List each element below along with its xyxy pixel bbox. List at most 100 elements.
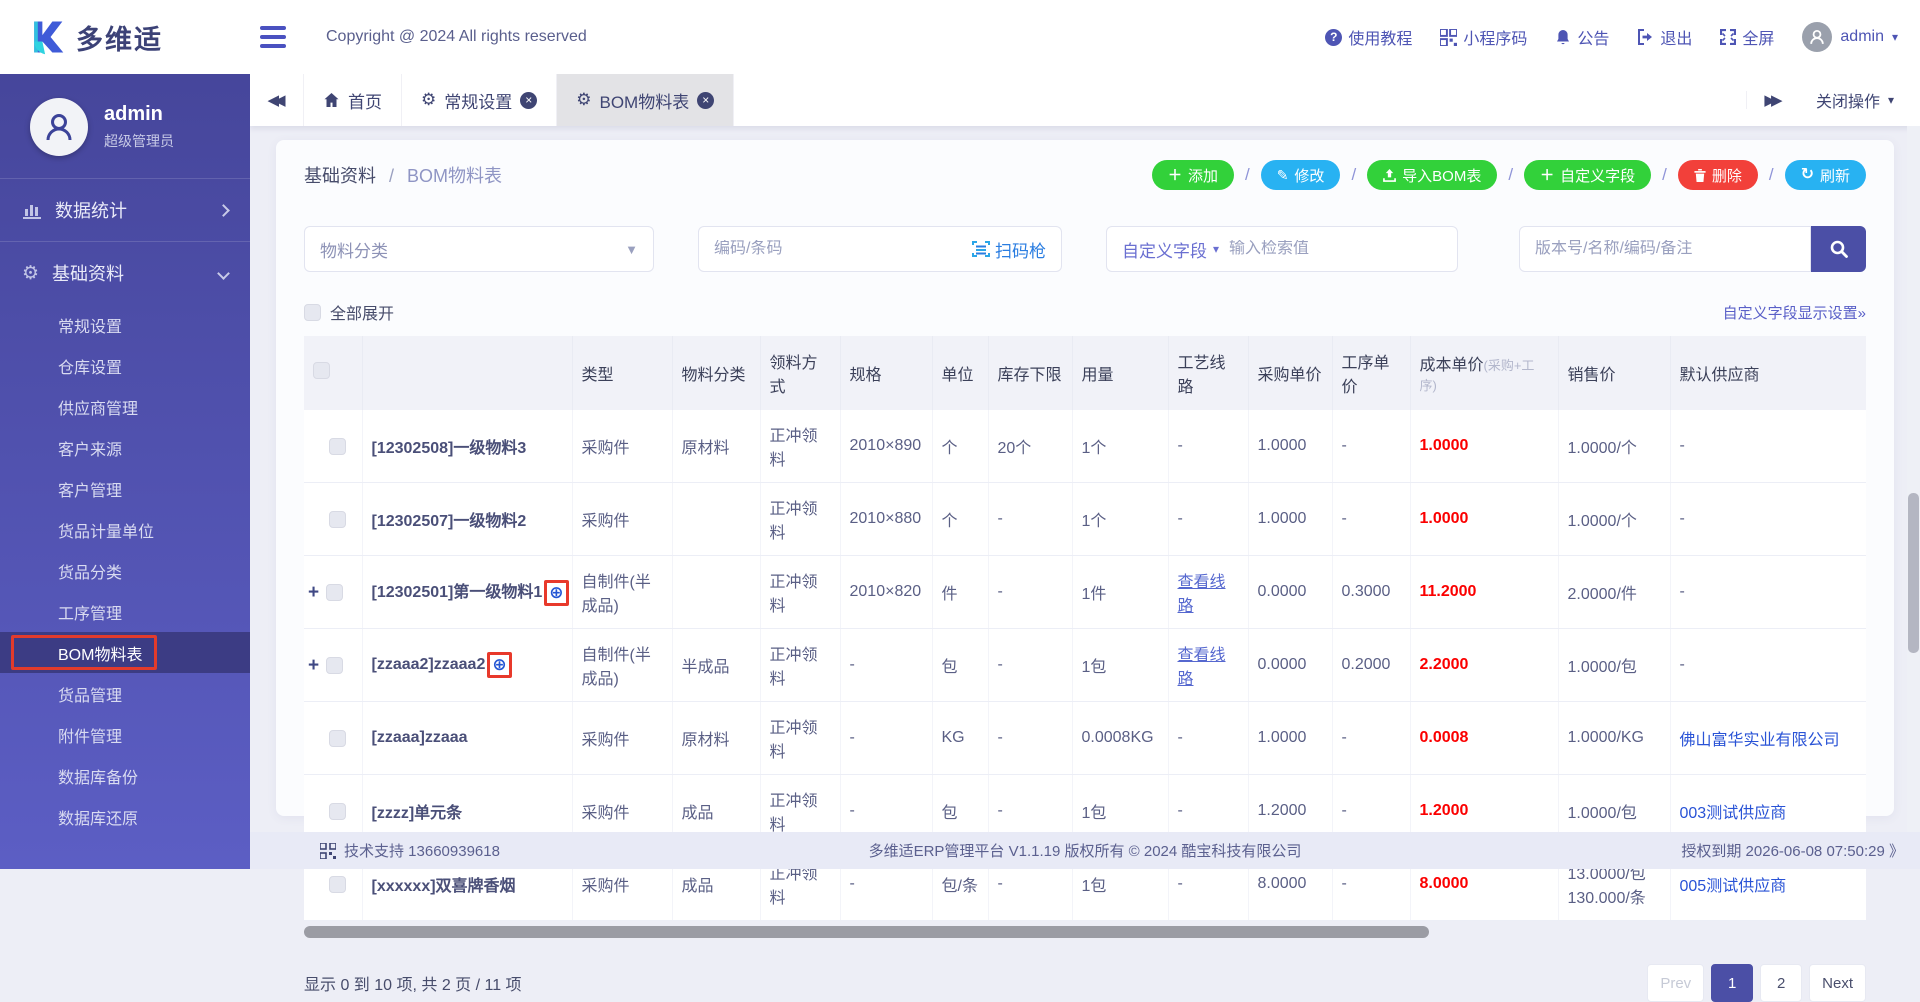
sidebar-item-仓库设置[interactable]: 仓库设置	[0, 345, 250, 386]
sidebar-item-工序管理[interactable]: 工序管理	[0, 591, 250, 632]
cell-sale-price: 1.0000/个	[1558, 410, 1670, 483]
keyword-search-input[interactable]	[1535, 240, 1795, 258]
material-name: [zzaaa2]zzaaa2	[372, 656, 486, 673]
material-category-select[interactable]: 物料分类 ▼	[304, 226, 654, 272]
pagination-prev-button[interactable]: Prev	[1647, 964, 1704, 1002]
cell-name: [12302508]一级物料3	[362, 410, 572, 483]
cell-sale-price: 1.0000/KG	[1558, 702, 1670, 775]
topbar-link-fullscreen[interactable]: 全屏	[1720, 25, 1774, 49]
sidebar-item-数据库还原[interactable]: 数据库还原	[0, 796, 250, 837]
sidebar-item-常规设置[interactable]: 常规设置	[0, 304, 250, 345]
添加-button[interactable]: ＋添加	[1152, 160, 1234, 190]
row-checkbox[interactable]	[329, 803, 346, 820]
cell-process-price: -	[1332, 410, 1410, 483]
pagination-next-button[interactable]: Next	[1809, 964, 1866, 1002]
row-checkbox[interactable]	[329, 511, 346, 528]
row-checkbox[interactable]	[329, 438, 346, 455]
cell-type: 采购件	[572, 410, 672, 483]
chevron-right-icon	[217, 204, 230, 217]
sidebar-item-data-stats[interactable]: 数据统计	[0, 179, 250, 241]
sidebar-section-label: 基础资料	[52, 260, 206, 286]
expand-row-icon[interactable]: +	[308, 656, 319, 675]
code-barcode-input[interactable]	[714, 240, 962, 258]
close-icon[interactable]: ×	[520, 92, 537, 109]
view-route-link[interactable]: 查看线路	[1178, 647, 1226, 688]
content-card: 基础资料 / BOM物料表 ＋添加/✎修改/导入BOM表/＋自定义字段/删除/↻…	[276, 140, 1894, 816]
add-child-icon[interactable]: ⊕	[549, 583, 563, 603]
tab-general-settings[interactable]: ⚙ 常规设置 ×	[402, 74, 557, 126]
custom-field-select[interactable]: 自定义字段 ▾	[1122, 237, 1219, 262]
cell-unit: 个	[932, 410, 988, 483]
row-checkbox[interactable]	[326, 584, 343, 601]
vertical-scrollbar-thumb[interactable]	[1908, 493, 1919, 653]
expand-row-icon[interactable]: +	[308, 583, 319, 602]
chevron-down-icon	[217, 267, 230, 280]
close-actions-dropdown[interactable]: 关闭操作 ▾	[1800, 88, 1920, 112]
cell-name: [zzaaa]zzaaa	[362, 702, 572, 775]
table-header-row: 类型物料分类领料方式规格单位库存下限用量工艺线路采购单价工序单价成本单价(采购+…	[304, 336, 1866, 410]
menu-toggle-icon[interactable]	[260, 26, 286, 48]
sidebar-item-货品分类[interactable]: 货品分类	[0, 550, 250, 591]
user-menu[interactable]: admin▾	[1802, 22, 1898, 52]
cell-process-price: 0.3000	[1332, 556, 1410, 629]
删除-button[interactable]: 删除	[1678, 160, 1758, 190]
pagination-page-2-button[interactable]: 2	[1760, 964, 1802, 1002]
topbar-link-miniprogram[interactable]: 小程序码	[1440, 25, 1527, 49]
topbar-link-notice[interactable]: 公告	[1555, 25, 1609, 49]
supplier-link[interactable]: 005测试供应商	[1680, 878, 1787, 895]
column-header-成本单价: 成本单价(采购+工序)	[1410, 336, 1558, 410]
column-header-工序单价: 工序单价	[1332, 336, 1410, 410]
pagination-page-1-button[interactable]: 1	[1711, 964, 1753, 1002]
pagination-info: 显示 0 到 10 项, 共 2 页 / 11 项	[304, 971, 522, 995]
row-checkbox[interactable]	[329, 730, 346, 747]
question-circle-icon: ?	[1325, 28, 1342, 46]
sidebar-item-label: BOM物料表	[58, 641, 142, 665]
avatar	[1802, 22, 1832, 52]
column-header-note: (采购+工序)	[1420, 358, 1535, 393]
row-checkbox[interactable]	[326, 657, 343, 674]
sidebar-item-客户管理[interactable]: 客户管理	[0, 468, 250, 509]
topbar-link-tutorial[interactable]: ?使用教程	[1325, 25, 1412, 49]
toolbar: ＋添加/✎修改/导入BOM表/＋自定义字段/删除/↻刷新	[1152, 160, 1866, 190]
scan-gun-button[interactable]: 扫码枪	[972, 237, 1046, 262]
close-icon[interactable]: ×	[697, 92, 714, 109]
cell-name: [12302507]一级物料2	[362, 483, 572, 556]
sidebar-item-货品计量单位[interactable]: 货品计量单位	[0, 509, 250, 550]
sidebar-item-客户来源[interactable]: 客户来源	[0, 427, 250, 468]
cell-stock-min: -	[988, 483, 1072, 556]
sidebar-item-供应商管理[interactable]: 供应商管理	[0, 386, 250, 427]
刷新-button[interactable]: ↻刷新	[1785, 160, 1866, 190]
sidebar-item-BOM物料表[interactable]: BOM物料表	[0, 632, 250, 673]
tabs-scroll-right-icon[interactable]: ▶▶	[1746, 91, 1800, 109]
custom-field-value-input[interactable]	[1229, 240, 1442, 258]
breadcrumb: 基础资料 / BOM物料表	[304, 162, 502, 188]
sidebar-item-base-data[interactable]: ⚙ 基础资料	[0, 242, 250, 304]
sidebar-item-货品管理[interactable]: 货品管理	[0, 673, 250, 714]
expand-all-checkbox[interactable]	[304, 304, 321, 321]
row-checkbox[interactable]	[329, 876, 346, 893]
自定义字段-button[interactable]: ＋自定义字段	[1524, 160, 1651, 190]
search-icon	[1829, 239, 1849, 259]
column-header-销售价: 销售价	[1558, 336, 1670, 410]
horizontal-scrollbar-thumb[interactable]	[304, 926, 1429, 938]
search-button[interactable]	[1811, 226, 1866, 272]
修改-button[interactable]: ✎修改	[1261, 160, 1341, 190]
sidebar-item-附件管理[interactable]: 附件管理	[0, 714, 250, 755]
supplier-link[interactable]: 佛山富华实业有限公司	[1680, 732, 1840, 749]
cell-select	[304, 410, 362, 483]
tab-home[interactable]: 首页	[304, 74, 402, 126]
sidebar-item-数据库备份[interactable]: 数据库备份	[0, 755, 250, 796]
tab-bom-table[interactable]: ⚙ BOM物料表 ×	[557, 74, 734, 126]
view-route-link[interactable]: 查看线路	[1178, 574, 1226, 615]
topbar-link-logout[interactable]: 退出	[1637, 25, 1692, 49]
supplier-link[interactable]: 003测试供应商	[1680, 805, 1787, 822]
select-all-checkbox[interactable]	[313, 362, 330, 379]
filter-row: 物料分类 ▼ 扫码枪 自定义字段	[304, 226, 1866, 272]
sidebar-user-card: admin 超级管理员	[0, 74, 250, 178]
material-name: [12302501]第一级物料1	[372, 584, 543, 601]
add-child-icon[interactable]: ⊕	[492, 655, 506, 675]
scan-icon	[972, 241, 990, 257]
导入BOM表-button[interactable]: 导入BOM表	[1367, 160, 1497, 190]
tabs-scroll-left-icon[interactable]: ◀◀	[250, 74, 304, 126]
custom-field-display-settings-link[interactable]: 自定义字段显示设置»	[1723, 302, 1866, 323]
